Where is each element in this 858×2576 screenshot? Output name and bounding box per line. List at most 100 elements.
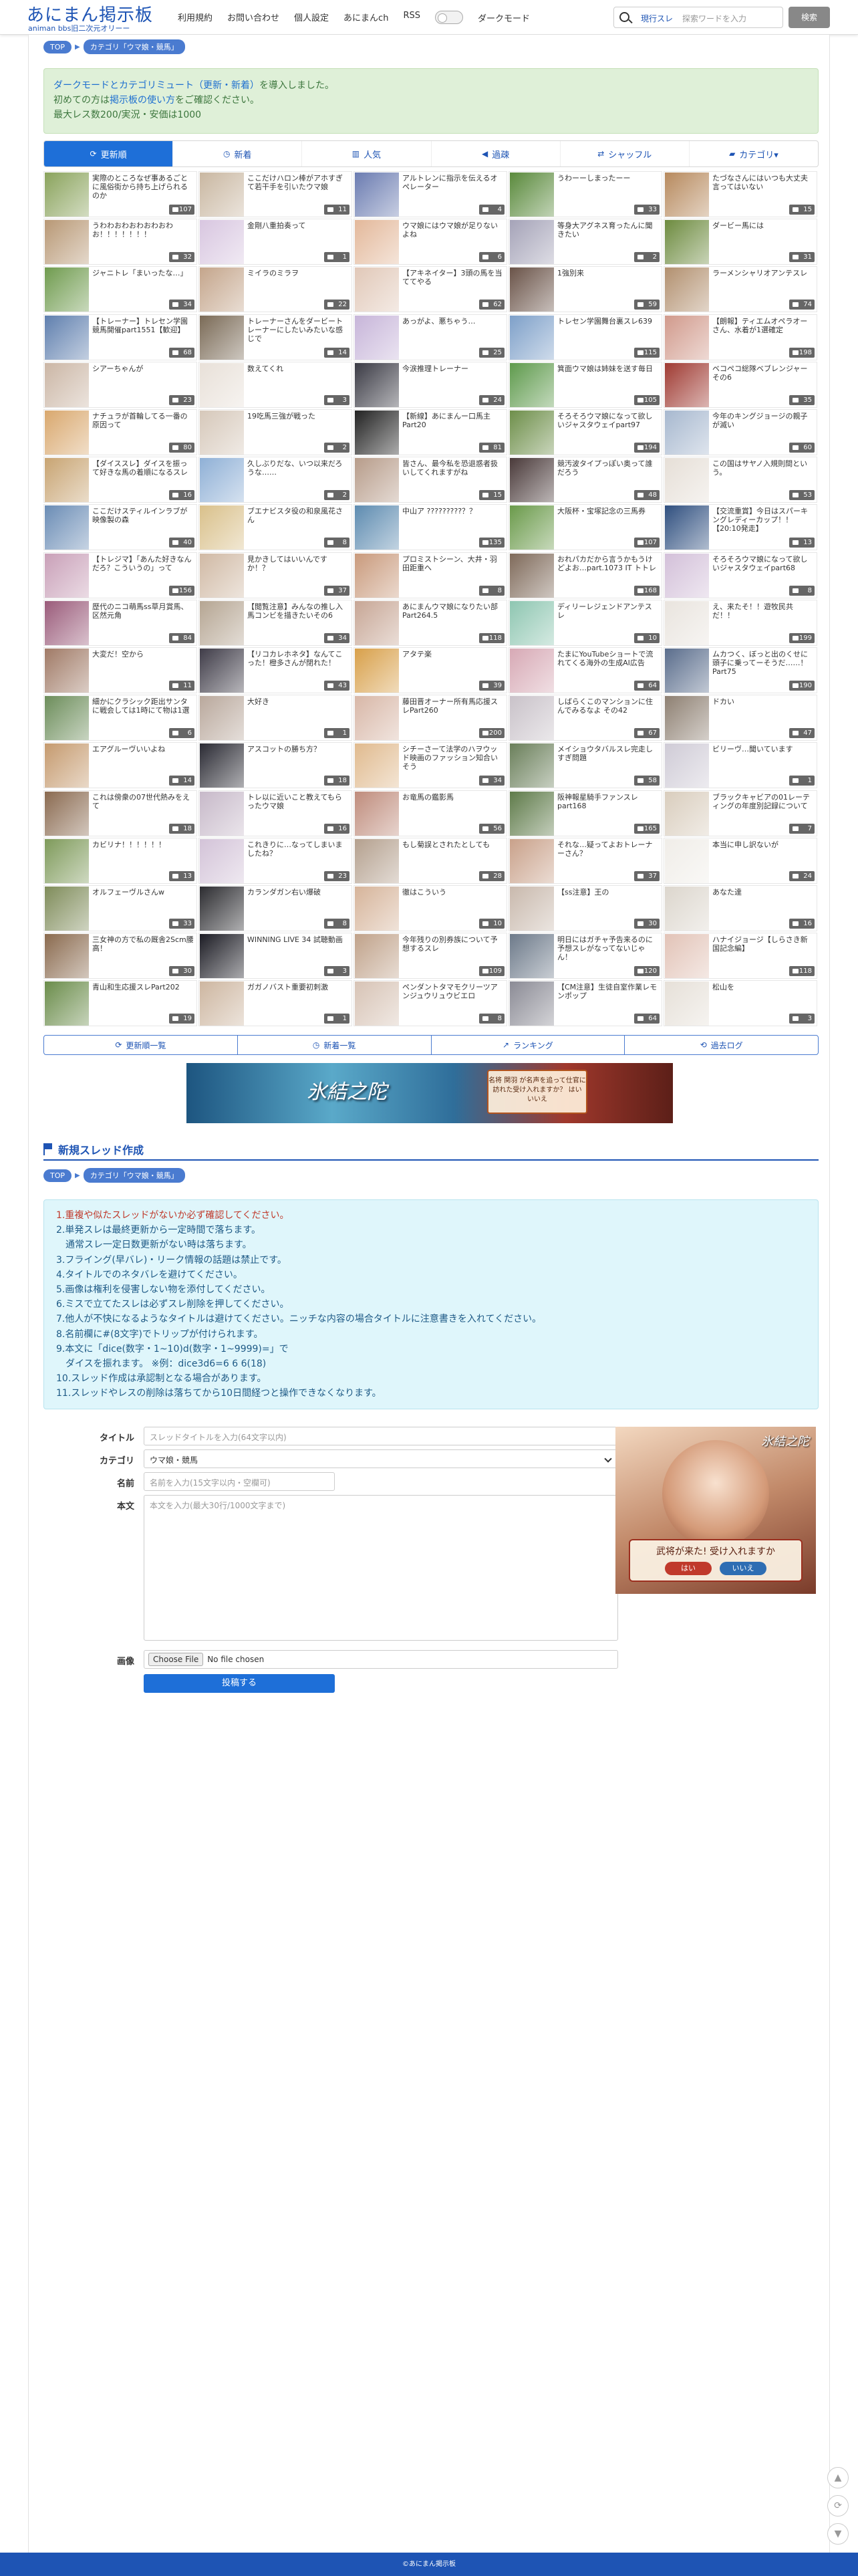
thread-thumbnail[interactable] <box>200 411 244 455</box>
thread-item[interactable]: そろそろウマ娘になって欲しいジャスタウェイpart68 8 <box>664 552 817 598</box>
thread-thumbnail[interactable] <box>355 838 399 883</box>
thread-item[interactable]: 皆さん、最今私を恐退惑者扱いしてくれますがね 15 <box>353 457 507 503</box>
thread-item[interactable]: 【ダイススレ】ダイスを振って好きな馬の着順になるスレ 16 <box>43 457 197 503</box>
thread-thumbnail[interactable] <box>665 887 709 931</box>
thread-thumbnail[interactable] <box>510 458 554 503</box>
thread-item[interactable]: WINNING LIVE 34 試聴動画 3 <box>198 933 352 979</box>
bottom-nav-ranking[interactable]: ↗ ランキング <box>432 1036 625 1054</box>
thread-title[interactable]: これは傍衆の07世代熱みをえて <box>92 793 194 820</box>
thread-item[interactable]: あにまんウマ娘になりたい部Part264.5 118 <box>353 599 507 646</box>
thread-title[interactable]: ここだけスティルインラブが映像製の森 <box>92 507 194 534</box>
thread-thumbnail[interactable] <box>200 791 244 836</box>
thread-title[interactable]: 【アキネイター】3頭の馬を当ててやる <box>402 269 504 296</box>
thread-title[interactable]: 明日にはガチャ予告来るのに予想スレがなってないじゃん！ <box>557 935 659 962</box>
category-select[interactable]: ウマ娘・競馬 <box>144 1449 618 1468</box>
thread-item[interactable]: 【ss注意】王の 30 <box>509 885 662 931</box>
thread-item[interactable]: 大阪杯・宝塚記念の三馬券 107 <box>509 504 662 551</box>
image-file-input[interactable]: Choose File No file chosen <box>144 1650 618 1669</box>
thread-item[interactable]: カランダガン右い爆破 8 <box>198 885 352 931</box>
thread-item[interactable]: 等身大アグネス育ったんに聞きたい 2 <box>509 219 662 265</box>
thread-thumbnail[interactable] <box>355 743 399 788</box>
thread-item[interactable]: アルトレンに指示を伝えるオペレーター 4 <box>353 171 507 217</box>
thread-title[interactable]: ナチュラが首輪してる一番の原因って <box>92 412 194 439</box>
thread-thumbnail[interactable] <box>355 172 399 217</box>
thread-title[interactable]: たまにYouTubeショートで流れてくる海外の生成AI広告 <box>557 650 659 677</box>
thread-title[interactable]: 見かきしてはいいんですか！？ <box>247 555 349 582</box>
thread-thumbnail[interactable] <box>200 981 244 1026</box>
thread-title[interactable]: 久しぶりだな、いつ以来だろうな…… <box>247 459 349 486</box>
thread-item[interactable]: オルフェーヴルさんw 33 <box>43 885 197 931</box>
thread-thumbnail[interactable] <box>665 600 709 645</box>
thread-title[interactable]: ビリーヴ…聞いています <box>712 745 814 772</box>
thread-title[interactable]: え、来たそ！！遊牧民共だ！！ <box>712 602 814 629</box>
thread-title[interactable]: ハナイジョージ【しらさき新国記念編】 <box>712 935 814 962</box>
thread-item[interactable]: お竜馬の鑑影馬 56 <box>353 790 507 836</box>
thread-thumbnail[interactable] <box>510 838 554 883</box>
name-input[interactable]: 名前を入力(15文字以内・空欄可) <box>144 1472 335 1491</box>
thread-item[interactable]: あなた達 16 <box>664 885 817 931</box>
thread-title[interactable]: トレ以に近いこと教えてもらったウマ娘 <box>247 793 349 820</box>
thread-title[interactable]: 金剛八重拍奏って <box>247 221 349 248</box>
thread-thumbnail[interactable] <box>665 696 709 741</box>
thread-thumbnail[interactable] <box>355 411 399 455</box>
thread-item[interactable]: 阪神報星騎手ファンスレpart168 165 <box>509 790 662 836</box>
bottom-nav-updated[interactable]: ⟳ 更新順一覧 <box>44 1036 238 1054</box>
thread-thumbnail[interactable] <box>355 362 399 407</box>
thread-thumbnail[interactable] <box>200 220 244 265</box>
thread-item[interactable]: え、来たそ！！遊牧民共だ！！ 199 <box>664 599 817 646</box>
thread-title[interactable]: 今涙推理トレーナー <box>402 364 504 391</box>
thread-item[interactable]: 【アキネイター】3頭の馬を当ててやる 62 <box>353 266 507 313</box>
thread-thumbnail[interactable] <box>665 267 709 312</box>
thread-title[interactable]: あなた達 <box>712 888 814 915</box>
thread-item[interactable]: ビリーヴ…聞いています 1 <box>664 742 817 789</box>
bottom-nav-new[interactable]: ◷ 新着一覧 <box>238 1036 432 1054</box>
thread-thumbnail[interactable] <box>45 838 89 883</box>
thread-title[interactable]: ウマ娘にはウマ娘が足りないよね <box>402 221 504 248</box>
thread-title[interactable]: これきりに…なってしまいましたね？ <box>247 840 349 867</box>
thread-item[interactable]: ジャニトレ「まいったな…」 34 <box>43 266 197 313</box>
thread-thumbnail[interactable] <box>665 553 709 598</box>
thread-title[interactable]: ここだけハロン棒がアホすぎて若干手を引いたウマ娘 <box>247 174 349 201</box>
thread-thumbnail[interactable] <box>665 411 709 455</box>
thread-thumbnail[interactable] <box>510 267 554 312</box>
thread-title[interactable]: 青山和生応援スレPart202 <box>92 983 194 1010</box>
thread-title[interactable]: 松山を <box>712 983 814 1010</box>
thread-item[interactable]: トレセン学園舞台裏スレ639 115 <box>509 314 662 360</box>
tab-popular[interactable]: ▥ 人気 <box>302 141 432 166</box>
thread-item[interactable]: ウマ娘にはウマ娘が足りないよね 6 <box>353 219 507 265</box>
thread-thumbnail[interactable] <box>200 600 244 645</box>
thread-title[interactable]: 19吃馬三強が戦った <box>247 412 349 439</box>
thread-thumbnail[interactable] <box>355 505 399 550</box>
thread-title[interactable]: 【リコカレホネタ】なんてこった！橙多さんが閉れた！ <box>247 650 349 677</box>
thread-item[interactable]: ベコペコ総隊ベブレンジャーその6 35 <box>664 361 817 408</box>
thread-thumbnail[interactable] <box>510 791 554 836</box>
thread-thumbnail[interactable] <box>200 315 244 360</box>
thread-title[interactable]: トレセン学園舞台裏スレ639 <box>557 317 659 344</box>
thread-thumbnail[interactable] <box>200 696 244 741</box>
thread-thumbnail[interactable] <box>665 458 709 503</box>
thread-item[interactable]: あっがよ、悪ちゃう… 25 <box>353 314 507 360</box>
thread-title[interactable]: 皆さん、最今私を恐退惑者扱いしてくれますがね <box>402 459 504 486</box>
thread-title[interactable]: 今年のキングジョージの親子が滅い <box>712 412 814 439</box>
thread-thumbnail[interactable] <box>665 791 709 836</box>
thread-item[interactable]: うわわおわおわおわおわお！！！！！！！ 32 <box>43 219 197 265</box>
thread-item[interactable]: うわーーしまったーー 33 <box>509 171 662 217</box>
nav-settings[interactable]: 個人設定 <box>294 11 329 24</box>
ad-banner[interactable]: 氷結之陀 名将 関羽 が名声を追って仕官に訪れた受け入れますか？ はい いいえ <box>186 1063 673 1123</box>
thread-item[interactable]: 数えてくれ 3 <box>198 361 352 408</box>
thread-title[interactable]: 【交流重賞】今日はスパーキングレディーカップ！！【20:10発走】 <box>712 507 814 534</box>
thread-title[interactable]: ペンダントタマモクリーツアンジュウリュウビエロ <box>402 983 504 1010</box>
thread-thumbnail[interactable] <box>665 649 709 693</box>
search-scope[interactable]: 現行スレ <box>641 13 673 24</box>
thread-thumbnail[interactable] <box>45 696 89 741</box>
thread-item[interactable]: ディリーレジェンドアンテスレ 10 <box>509 599 662 646</box>
thread-item[interactable]: 見かきしてはいいんですか！？ 37 <box>198 552 352 598</box>
thread-thumbnail[interactable] <box>200 838 244 883</box>
thread-item[interactable]: 中山ア ?????????？？ 135 <box>353 504 507 551</box>
tab-category[interactable]: ▰ カテゴリ▾ <box>690 141 818 166</box>
thread-item[interactable]: アスコットの勝ち方？ 18 <box>198 742 352 789</box>
breadcrumb-top[interactable]: TOP <box>43 1169 72 1182</box>
thread-thumbnail[interactable] <box>200 172 244 217</box>
thread-item[interactable]: ペンダントタマモクリーツアンジュウリュウビエロ 8 <box>353 980 507 1027</box>
breadcrumb-top[interactable]: TOP <box>43 40 72 53</box>
